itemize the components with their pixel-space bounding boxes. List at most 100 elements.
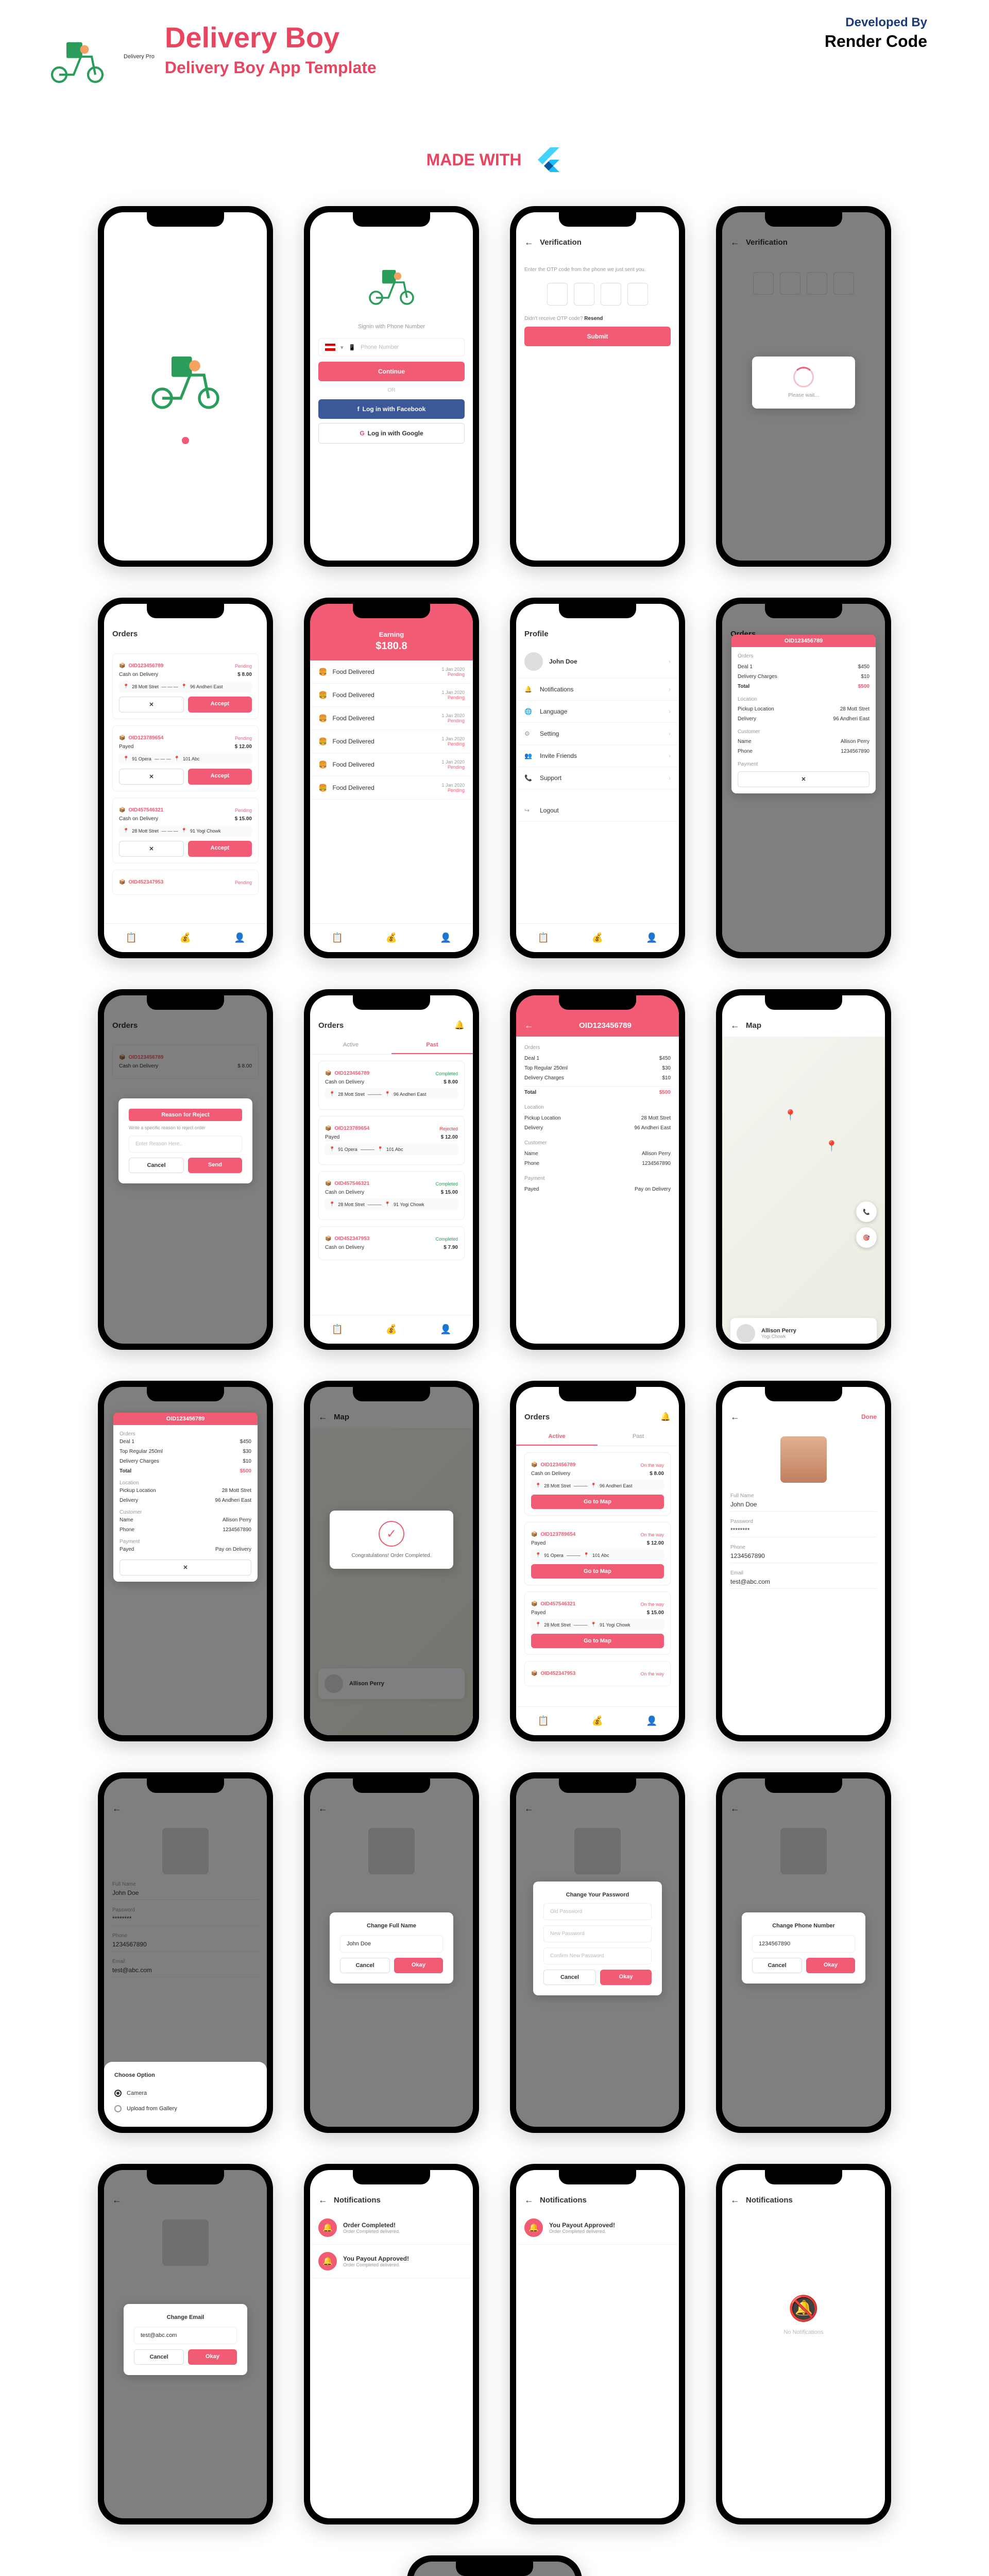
radio-icon xyxy=(114,2090,122,2097)
loader-dot xyxy=(182,437,189,444)
close-button[interactable]: ✕ xyxy=(120,1560,251,1575)
profile-row-language[interactable]: 🌐Language› xyxy=(516,701,679,723)
map-pin-icon: 📍 xyxy=(825,1140,838,1153)
phone-order-detail-2: OID123456789 Orders Deal 1$450 Top Regul… xyxy=(98,1381,273,1741)
avatar[interactable] xyxy=(780,1436,827,1483)
order-card[interactable]: 📦 OID457546321CompletedCash on Delivery$… xyxy=(318,1171,465,1220)
phone-notifications: ←Notifications 🔔Order Completed!Order Co… xyxy=(304,2164,479,2524)
food-icon: 🍔 xyxy=(318,668,327,676)
tab-past[interactable]: Past xyxy=(598,1428,679,1446)
order-card[interactable]: 📦 OID123456789On the wayCash on Delivery… xyxy=(524,1452,671,1516)
nav-earning-icon[interactable]: 💰 xyxy=(180,933,191,943)
bell-icon: 🔔 xyxy=(524,686,534,693)
earning-row[interactable]: 🍔Food Delivered1 Jan 2020Pending xyxy=(310,707,473,730)
old-pwd-input[interactable]: Old Password xyxy=(543,1903,652,1920)
order-card[interactable]: 📦 OID457546321On the wayPayed$ 15.00📍28 … xyxy=(524,1591,671,1655)
okay-button[interactable]: Okay xyxy=(394,1958,443,1973)
bell-icon[interactable]: 🔔 xyxy=(660,1412,671,1422)
accept-button[interactable]: Accept xyxy=(188,697,252,713)
cancel-button[interactable]: Cancel xyxy=(340,1958,390,1973)
done-button[interactable]: Done xyxy=(861,1413,877,1420)
order-card[interactable]: 📦 OID123789654RejectedPayed$ 12.00📍91 Op… xyxy=(318,1116,465,1165)
email-field[interactable]: Emailtest@abc.com xyxy=(730,1570,877,1589)
phone-order-detail-modal: Orders OID123456789 Orders Deal 1$450 De… xyxy=(716,598,891,958)
map-view[interactable]: 📍 📍 📞 🎯 Allison PerryYogi Chowk Finish xyxy=(722,1037,885,1344)
gallery-option[interactable]: Upload from Gallery xyxy=(114,2101,257,2116)
earning-row[interactable]: 🍔Food Delivered1 Jan 2020Pending xyxy=(310,684,473,707)
order-card[interactable]: 📦 OID123789654On the wayPayed$ 12.00📍91 … xyxy=(524,1522,671,1585)
call-fab[interactable]: 📞 xyxy=(856,1201,877,1222)
notification-item[interactable]: 🔔You Payout Approved!Order Completed del… xyxy=(516,2211,679,2245)
profile-row-logout[interactable]: ↪Logout xyxy=(516,800,679,822)
splash-logo xyxy=(139,329,232,421)
phone-orders-past: Orders🔔 ActivePast 📦 OID123456789Complet… xyxy=(304,989,479,1350)
reject-title: Reason for Reject xyxy=(129,1109,242,1121)
nav-orders-icon[interactable]: 📋 xyxy=(125,933,137,943)
facebook-button[interactable]: fLog in with Facebook xyxy=(318,399,465,419)
phone-input[interactable]: ▾ 📱 Phone Number xyxy=(318,338,465,357)
order-card[interactable]: 📦 OID123456789Pending Cash on Delivery$ … xyxy=(112,653,259,719)
profile-row-notifications[interactable]: 🔔Notifications› xyxy=(516,679,679,701)
notification-item[interactable]: 🔔Order Completed!Order Completed deliver… xyxy=(310,2211,473,2245)
earning-header: Earning $180.8 xyxy=(310,622,473,660)
confirm-pwd-input[interactable]: Confirm New Password xyxy=(543,1947,652,1964)
tab-active[interactable]: Active xyxy=(310,1037,391,1054)
made-with-label: MADE WITH xyxy=(427,150,522,170)
page-header: Delivery Pro Delivery Boy Delivery Boy A… xyxy=(0,0,989,113)
logo-text: Delivery Pro xyxy=(124,54,155,60)
reject-button[interactable]: ✕ xyxy=(119,697,184,713)
profile-row-support[interactable]: 📞Support› xyxy=(516,767,679,789)
order-card[interactable]: 📦 OID123789654Pending Payed$ 12.00 📍91 O… xyxy=(112,725,259,791)
avatar xyxy=(524,652,543,671)
earning-row[interactable]: 🍔Food Delivered1 Jan 2020Pending xyxy=(310,776,473,800)
bell-icon[interactable]: 🔔 xyxy=(454,1020,465,1030)
app-logo xyxy=(41,21,113,93)
earning-row[interactable]: 🍔Food Delivered1 Jan 2020Pending xyxy=(310,730,473,753)
avatar xyxy=(737,1324,755,1343)
submit-button[interactable]: Submit xyxy=(524,327,671,346)
name-field[interactable]: Full NameJohn Doe xyxy=(730,1493,877,1512)
loading-modal: Please wait... xyxy=(752,357,855,409)
map-rider-card: Allison PerryYogi Chowk xyxy=(730,1318,877,1344)
profile-row-setting[interactable]: ⚙Setting› xyxy=(516,723,679,745)
profile-row-invite[interactable]: 👥Invite Friends› xyxy=(516,745,679,767)
congrats-text: Congratulations! Order Completed. xyxy=(340,1553,443,1558)
notification-item[interactable]: 🔔You Payout Approved!Order Completed del… xyxy=(310,2245,473,2278)
tab-active[interactable]: Active xyxy=(516,1428,598,1446)
order-card[interactable]: 📦 OID452347953CompletedCash on Delivery$… xyxy=(318,1226,465,1260)
name-input[interactable]: John Doe xyxy=(340,1935,443,1953)
order-card[interactable]: 📦 OID123456789CompletedCash on Delivery$… xyxy=(318,1061,465,1110)
resend-link[interactable]: Resend xyxy=(584,316,603,321)
email-input[interactable]: test@abc.com xyxy=(134,2327,237,2344)
locate-fab[interactable]: 🎯 xyxy=(856,1227,877,1248)
camera-option[interactable]: Camera xyxy=(114,2086,257,2101)
tab-past[interactable]: Past xyxy=(391,1037,473,1054)
password-dialog: Change Your Password Old Password New Pa… xyxy=(533,1882,662,1995)
appbar: ←Verification xyxy=(516,231,679,253)
cancel-button[interactable]: Cancel xyxy=(129,1158,184,1173)
order-card[interactable]: 📦 OID457546321Pending Cash on Delivery$ … xyxy=(112,798,259,863)
password-field[interactable]: Password******** xyxy=(730,1519,877,1537)
goto-map-button[interactable]: Go to Map xyxy=(531,1495,664,1509)
phone-field[interactable]: Phone1234567890 xyxy=(730,1545,877,1563)
phone-placeholder: Phone Number xyxy=(361,344,399,350)
earning-row[interactable]: 🍔Food Delivered1 Jan 2020Pending xyxy=(310,660,473,684)
continue-button[interactable]: Continue xyxy=(318,362,465,381)
send-button[interactable]: Send xyxy=(188,1158,242,1173)
reason-input[interactable]: Enter Reason Here.. xyxy=(129,1136,242,1153)
phone-map: ←Map 📍 📍 📞 🎯 Allison PerryYogi Chowk Fin… xyxy=(716,989,891,1350)
photo-sheet: Choose Option Camera Upload from Gallery xyxy=(104,2062,267,2127)
profile-user-row[interactable]: John Doe› xyxy=(516,645,679,679)
developer-credit: Developed By Render Code xyxy=(825,15,927,51)
earning-amount: $180.8 xyxy=(318,640,465,652)
nav-profile-icon[interactable]: 👤 xyxy=(234,933,245,943)
new-pwd-input[interactable]: New Password xyxy=(543,1925,652,1942)
google-button[interactable]: GLog in with Google xyxy=(318,423,465,444)
otp-inputs[interactable] xyxy=(524,283,671,306)
earning-row[interactable]: 🍔Food Delivered1 Jan 2020Pending xyxy=(310,753,473,776)
title-block: Delivery Boy Delivery Boy App Template xyxy=(165,21,377,77)
dialog-title: Change Full Name xyxy=(340,1923,443,1929)
close-button[interactable]: ✕ xyxy=(738,771,869,787)
phone-input[interactable]: 1234567890 xyxy=(752,1935,855,1953)
back-icon[interactable]: ← xyxy=(524,237,534,248)
